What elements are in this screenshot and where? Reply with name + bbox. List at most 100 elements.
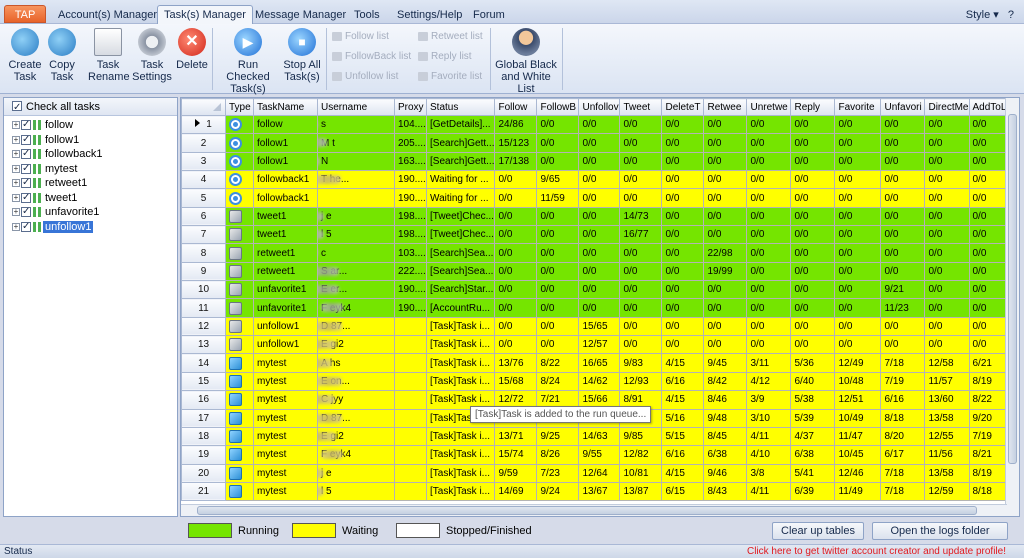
row-header[interactable]: 20 <box>181 463 226 483</box>
help-icon[interactable]: ? <box>1008 9 1014 21</box>
row-header[interactable]: 16 <box>181 390 226 410</box>
column-header[interactable]: Type <box>225 98 254 116</box>
table-row[interactable]: 10 unfavorite1E er...190....[Search]Star.… <box>181 280 1008 300</box>
table-row[interactable]: 20 mytest j e [Task]Task i... 9/59 7/23 12/64 1… <box>181 463 1008 483</box>
promo-link[interactable]: Click here to get twitter account creato… <box>747 545 1006 558</box>
stop-all-tasks-button[interactable]: ■ Stop All Task(s) <box>282 28 322 83</box>
tab-forum[interactable]: Forum <box>467 6 511 24</box>
row-header[interactable]: 7 <box>181 225 226 245</box>
column-header[interactable]: Unretwe <box>746 98 792 116</box>
column-header[interactable]: Unfavori <box>880 98 926 116</box>
tree-item[interactable]: + unfavorite1 <box>4 205 177 220</box>
expand-icon[interactable]: + <box>12 121 20 130</box>
table-row[interactable]: 6 tweet1 j e 198.... [Tweet]Chec... 0/0 0/0 0/0… <box>181 206 1008 227</box>
tree-item[interactable]: + unfollow1 <box>4 220 177 235</box>
row-header[interactable]: 4 <box>181 170 226 190</box>
tab-tasks-manager[interactable]: Task(s) Manager <box>157 5 253 25</box>
row-header[interactable]: 12 <box>181 316 226 337</box>
table-row[interactable]: 5 followback1 190.... Waiting for ... 0/0 11/… <box>181 188 1008 208</box>
table-row[interactable]: 18 mytestE gi2 [Task]Task i...13/719/2514/… <box>181 426 1008 447</box>
row-header[interactable]: 3 <box>181 151 226 172</box>
create-task-button[interactable]: Create Task <box>8 28 42 83</box>
open-logs-folder-button[interactable]: Open the logs folder <box>872 522 1008 540</box>
tree-item-checkbox[interactable] <box>21 118 31 132</box>
column-header[interactable]: Username <box>317 98 395 116</box>
column-header[interactable]: Follow <box>494 98 538 116</box>
column-header[interactable]: Unfollov <box>578 98 621 116</box>
expand-icon[interactable]: + <box>12 179 20 188</box>
style-menu[interactable]: Style ▾ ? <box>966 8 1014 21</box>
followback-list-button[interactable]: FollowBack list <box>332 51 411 63</box>
reply-list-button[interactable]: Reply list <box>418 51 472 63</box>
tree-item-checkbox[interactable] <box>21 191 31 205</box>
copy-task-button[interactable]: Copy Task <box>46 28 78 83</box>
table-row[interactable]: 7 tweet1 l 5 198.... [Tweet]Chec... 0/0 0/0 0/0… <box>181 225 1008 245</box>
check-all-checkbox[interactable] <box>12 99 22 117</box>
row-header[interactable]: 2 <box>181 133 226 153</box>
tree-item-checkbox[interactable] <box>21 176 31 190</box>
row-header[interactable]: 11 <box>181 298 226 318</box>
tab-message-manager[interactable]: Message Manager <box>249 6 352 24</box>
row-header[interactable]: 6 <box>181 206 226 227</box>
app-menu-button[interactable]: TAP <box>4 5 46 23</box>
row-header[interactable]: 10 <box>181 280 226 300</box>
table-row[interactable]: 9retweet1S ar...222....[Search]Sea...0/0… <box>181 261 1008 282</box>
expand-icon[interactable]: + <box>12 164 20 173</box>
tree-item[interactable]: + mytest <box>4 162 177 177</box>
check-all-tasks[interactable]: Check all tasks <box>4 98 177 117</box>
row-header[interactable]: 17 <box>181 408 226 428</box>
table-row[interactable]: 13unfollow1E gi2[Task]Task i...0/00/012/… <box>181 335 1008 355</box>
horizontal-scroll-thumb[interactable] <box>197 506 977 515</box>
tree-item-checkbox[interactable] <box>21 162 31 176</box>
task-rename-button[interactable]: Task Rename <box>88 28 130 83</box>
expand-icon[interactable]: + <box>12 150 20 159</box>
tree-item[interactable]: + followback1 <box>4 147 177 162</box>
tree-item-checkbox[interactable] <box>21 147 31 161</box>
row-header[interactable]: 19 <box>181 445 226 465</box>
horizontal-scrollbar[interactable] <box>181 504 1007 516</box>
retweet-list-button[interactable]: Retweet list <box>418 31 483 43</box>
task-settings-button[interactable]: Task Settings <box>132 28 172 83</box>
tree-item[interactable]: + follow <box>4 118 177 133</box>
column-header[interactable]: Reply <box>790 98 836 116</box>
tree-item[interactable]: + tweet1 <box>4 191 177 206</box>
table-row[interactable]: 3 follow1 N 163.... [Search]Gett... 17/138 0/0… <box>181 151 1008 172</box>
favorite-list-button[interactable]: Favorite list <box>418 71 482 83</box>
table-row[interactable]: 14 mytestA hs [Task]Task i...13/768/2216/6… <box>181 353 1008 373</box>
table-row[interactable]: 11unfavorite1F eyk4190....[AccountRu...0… <box>181 298 1008 318</box>
table-row[interactable]: 8 retweet1 c 103.... [Search]Sea... 0/0 0/0 0/0… <box>181 243 1008 263</box>
table-row[interactable]: 4 followback1T he...190....Waiting for ..… <box>181 170 1008 190</box>
vertical-scroll-thumb[interactable] <box>1008 114 1017 464</box>
expand-icon[interactable]: + <box>12 193 20 202</box>
column-header[interactable]: DirectMe <box>924 98 970 116</box>
row-header[interactable]: 5 <box>181 188 226 208</box>
expand-icon[interactable]: + <box>12 135 20 144</box>
tab-tools[interactable]: Tools <box>348 6 386 24</box>
table-row[interactable]: 2 follow1 M t 205.... [Search]Gett... 15/123 0… <box>181 133 1008 153</box>
row-header[interactable]: 1 <box>181 114 226 135</box>
column-header[interactable]: Tweet <box>619 98 663 116</box>
table-row[interactable]: 1 follow s 104.... [GetDetails]... 24/86 0/0 0/… <box>181 114 1008 135</box>
row-header[interactable]: 15 <box>181 371 226 392</box>
tab-accounts-manager[interactable]: Account(s) Manager <box>52 6 163 24</box>
tree-item-checkbox[interactable] <box>21 205 31 219</box>
table-row[interactable]: 19 mytestF eyk4 [Task]Task i...15/748/269/… <box>181 445 1008 465</box>
tree-item[interactable]: + follow1 <box>4 133 177 148</box>
column-header[interactable]: Status <box>425 98 496 116</box>
column-header[interactable]: DeleteT <box>661 98 705 116</box>
column-header[interactable]: TaskName <box>253 98 318 116</box>
row-header[interactable]: 21 <box>181 481 226 502</box>
tree-item[interactable]: + retweet1 <box>4 176 177 191</box>
row-header[interactable]: 14 <box>181 353 226 373</box>
table-row[interactable]: 15mytestE on...[Task]Task i...15/688/241… <box>181 371 1008 392</box>
column-header[interactable]: FollowB <box>536 98 580 116</box>
tree-item-checkbox[interactable] <box>21 133 31 147</box>
row-header[interactable]: 9 <box>181 261 226 282</box>
column-header[interactable]: Retwee <box>703 98 748 116</box>
clear-tables-button[interactable]: Clear up tables <box>772 522 864 540</box>
row-header[interactable]: 18 <box>181 426 226 447</box>
column-header[interactable]: Favorite <box>834 98 882 116</box>
grid-corner-cell[interactable] <box>181 98 226 116</box>
column-header[interactable]: Proxy <box>394 98 427 116</box>
vertical-scrollbar[interactable] <box>1005 98 1019 516</box>
